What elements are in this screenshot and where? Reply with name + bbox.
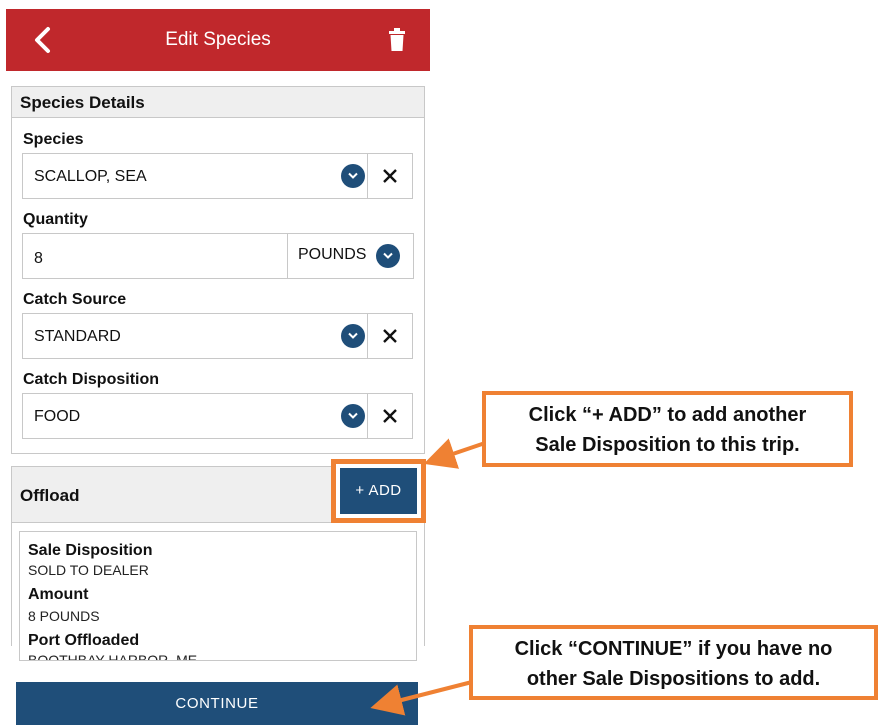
arrow-to-add	[423, 438, 489, 469]
add-callout-line2: Sale Disposition to this trip.	[535, 434, 800, 456]
arrow-to-continue	[370, 680, 473, 716]
continue-callout-line2: other Sale Dispositions to add.	[526, 668, 821, 690]
add-callout: Click “+ ADD” to add another Sale Dispos…	[482, 391, 853, 467]
continue-callout-line1: Click “CONTINUE” if you have no	[514, 638, 833, 660]
continue-callout: Click “CONTINUE” if you have no other Sa…	[469, 625, 878, 700]
add-callout-line1: Click “+ ADD” to add another	[528, 404, 807, 426]
callout-arrows	[370, 438, 489, 716]
